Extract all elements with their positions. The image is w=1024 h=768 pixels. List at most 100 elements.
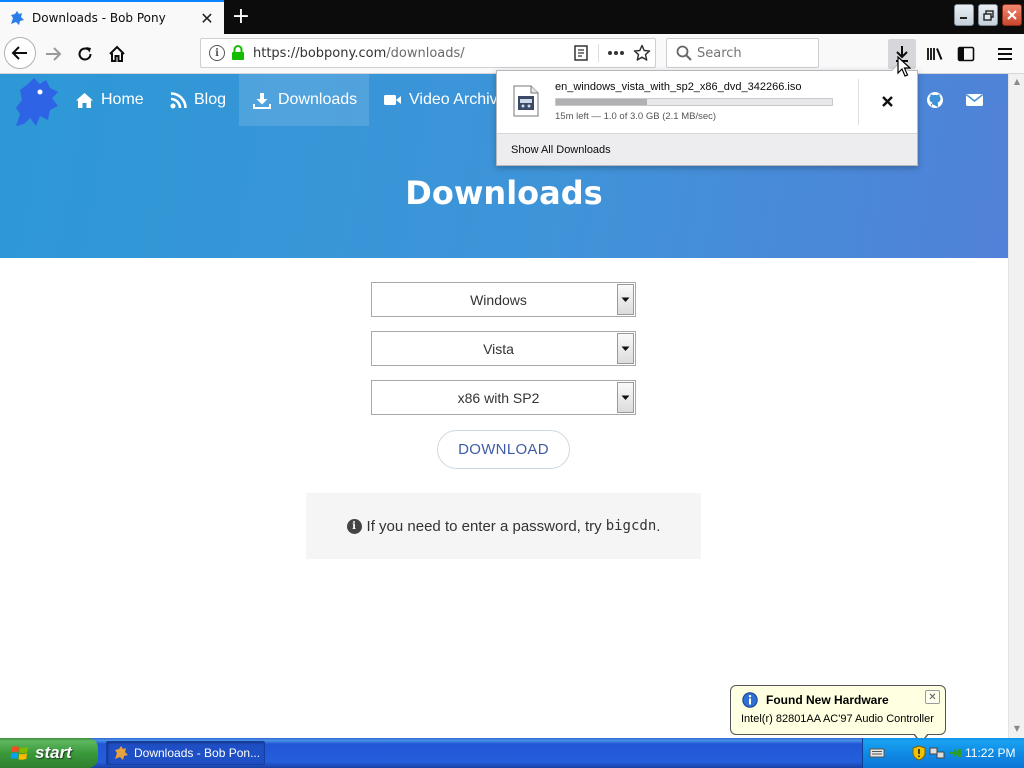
page-title: Downloads [405, 174, 603, 212]
downloads-panel: en_windows_vista_with_sp2_x86_dvd_342266… [496, 61, 918, 166]
nav-home-link[interactable]: Home [75, 74, 144, 126]
reader-view-icon[interactable] [568, 40, 594, 66]
nav-github-link[interactable] [926, 74, 951, 126]
back-button[interactable] [4, 37, 36, 69]
nav-video-archive-link[interactable]: Video Archiv [383, 74, 498, 126]
balloon-title: Found New Hardware [766, 693, 889, 707]
padlock-icon[interactable] [231, 45, 245, 61]
url-path: /downloads/ [386, 45, 465, 61]
taskbar: start Downloads - Bob Pon... 11:22 PM [0, 738, 1024, 768]
security-shield-icon[interactable] [911, 745, 927, 761]
menu-button[interactable] [992, 39, 1018, 69]
forward-arrow-icon [46, 47, 62, 61]
balloon-close-icon[interactable]: ✕ [925, 690, 940, 704]
version-select-value: Vista [483, 340, 514, 357]
note-code: bigcdn [605, 518, 657, 534]
show-all-downloads-label: Show All Downloads [511, 143, 611, 156]
os-select[interactable]: Windows [371, 282, 636, 317]
keyboard-tray-icon[interactable] [869, 745, 885, 761]
video-camera-icon [384, 95, 401, 105]
nav-downloads-label: Downloads [278, 91, 358, 108]
download-icon [253, 92, 271, 109]
balloon-text: Intel(r) 82801AA AC'97 Audio Controller [741, 713, 934, 725]
web-page: Home Blog Downloads Video Archiv Downloa… [0, 74, 1008, 738]
download-progress-fill [556, 99, 648, 105]
taskbar-clock[interactable]: 11:22 PM [965, 738, 1015, 768]
download-progress-bar [555, 98, 833, 106]
url-text[interactable]: https://bobpony.com/downloads/ [253, 46, 568, 61]
window-close-button[interactable] [1002, 4, 1022, 26]
reload-button[interactable] [70, 39, 100, 69]
tab-close-icon[interactable]: ✕ [196, 7, 218, 29]
info-balloon-icon [742, 692, 758, 708]
found-new-hardware-balloon[interactable]: Found New Hardware ✕ Intel(r) 82801AA AC… [730, 685, 946, 744]
forward-button[interactable] [38, 39, 68, 69]
show-all-downloads-button[interactable]: Show All Downloads [497, 133, 917, 165]
search-input[interactable] [697, 45, 807, 61]
chevron-down-icon[interactable] [617, 333, 634, 364]
github-icon [927, 92, 943, 108]
bookmark-star-icon[interactable] [629, 40, 655, 66]
window-restore-button[interactable] [978, 4, 998, 26]
nav-downloads-link[interactable]: Downloads [239, 74, 369, 126]
reload-icon [78, 47, 92, 61]
nav-mail-link[interactable] [965, 74, 991, 126]
edition-select-value: x86 with SP2 [457, 389, 540, 406]
site-info-icon[interactable]: i [209, 45, 225, 61]
mouse-cursor-icon [897, 56, 911, 77]
library-icon [927, 48, 943, 60]
download-item[interactable]: en_windows_vista_with_sp2_x86_dvd_342266… [497, 71, 917, 133]
taskbar-item-label: Downloads - Bob Pon... [134, 746, 261, 760]
page-actions-icon[interactable] [603, 40, 629, 66]
download-filename: en_windows_vista_with_sp2_x86_dvd_342266… [555, 81, 802, 93]
navigation-toolbar: i https://bobpony.com/downloads/ [0, 34, 1024, 74]
hamburger-menu-icon [998, 48, 1012, 60]
chevron-down-icon[interactable] [617, 382, 634, 413]
home-icon [76, 92, 93, 108]
nav-blog-link[interactable]: Blog [170, 74, 226, 126]
tab-title: Downloads - Bob Pony [32, 11, 166, 25]
bobpony-logo-icon[interactable] [10, 76, 64, 128]
scroll-down-arrow-icon[interactable]: ▼ [1012, 724, 1022, 734]
mail-icon [966, 94, 983, 106]
download-status: 15m left — 1.0 of 3.0 GB (2.1 MB/sec) [555, 111, 717, 122]
disc-image-file-icon [513, 85, 539, 117]
rss-icon [170, 91, 187, 108]
cancel-download-icon[interactable] [877, 91, 897, 111]
os-select-value: Windows [470, 291, 527, 308]
windows-flag-icon [10, 746, 28, 760]
download-button[interactable]: DOWNLOAD [437, 430, 570, 469]
sidebar-icon [957, 46, 975, 62]
version-select[interactable]: Vista [371, 331, 636, 366]
edition-select[interactable]: x86 with SP2 [371, 380, 636, 415]
network-tray-icon[interactable] [929, 745, 945, 761]
window-minimize-button[interactable] [954, 4, 974, 26]
safely-remove-hardware-icon[interactable] [947, 745, 963, 761]
nav-video-label: Video Archiv [409, 91, 498, 108]
url-host: https://bobpony.com [253, 45, 387, 61]
scroll-up-arrow-icon[interactable]: ▲ [1012, 77, 1022, 87]
home-button[interactable] [102, 39, 132, 69]
note-text: If you need to enter a password, try [366, 517, 602, 535]
chevron-down-icon[interactable] [617, 284, 634, 315]
browser-tab[interactable]: Downloads - Bob Pony ✕ [0, 0, 224, 34]
bobpony-favicon-icon [11, 11, 24, 25]
home-icon [109, 45, 125, 62]
urlbar-separator [598, 44, 599, 62]
new-tab-button[interactable]: + [228, 4, 254, 30]
back-arrow-icon [11, 46, 27, 60]
info-icon: i [346, 518, 362, 534]
library-button[interactable] [922, 39, 948, 69]
taskbar-item-firefox[interactable]: Downloads - Bob Pon... [106, 741, 265, 765]
start-label: start [35, 743, 72, 762]
address-bar[interactable]: i https://bobpony.com/downloads/ [200, 38, 656, 68]
start-button[interactable]: start [0, 738, 98, 768]
note-end: . [656, 517, 661, 535]
search-bar[interactable] [666, 38, 819, 68]
vertical-scrollbar[interactable]: ▲ ▼ [1008, 74, 1024, 738]
sidebar-toggle-button[interactable] [953, 39, 979, 69]
nav-blog-label: Blog [194, 91, 227, 108]
download-item-divider [858, 79, 859, 125]
nav-home-label: Home [101, 91, 144, 108]
search-icon [676, 45, 692, 61]
